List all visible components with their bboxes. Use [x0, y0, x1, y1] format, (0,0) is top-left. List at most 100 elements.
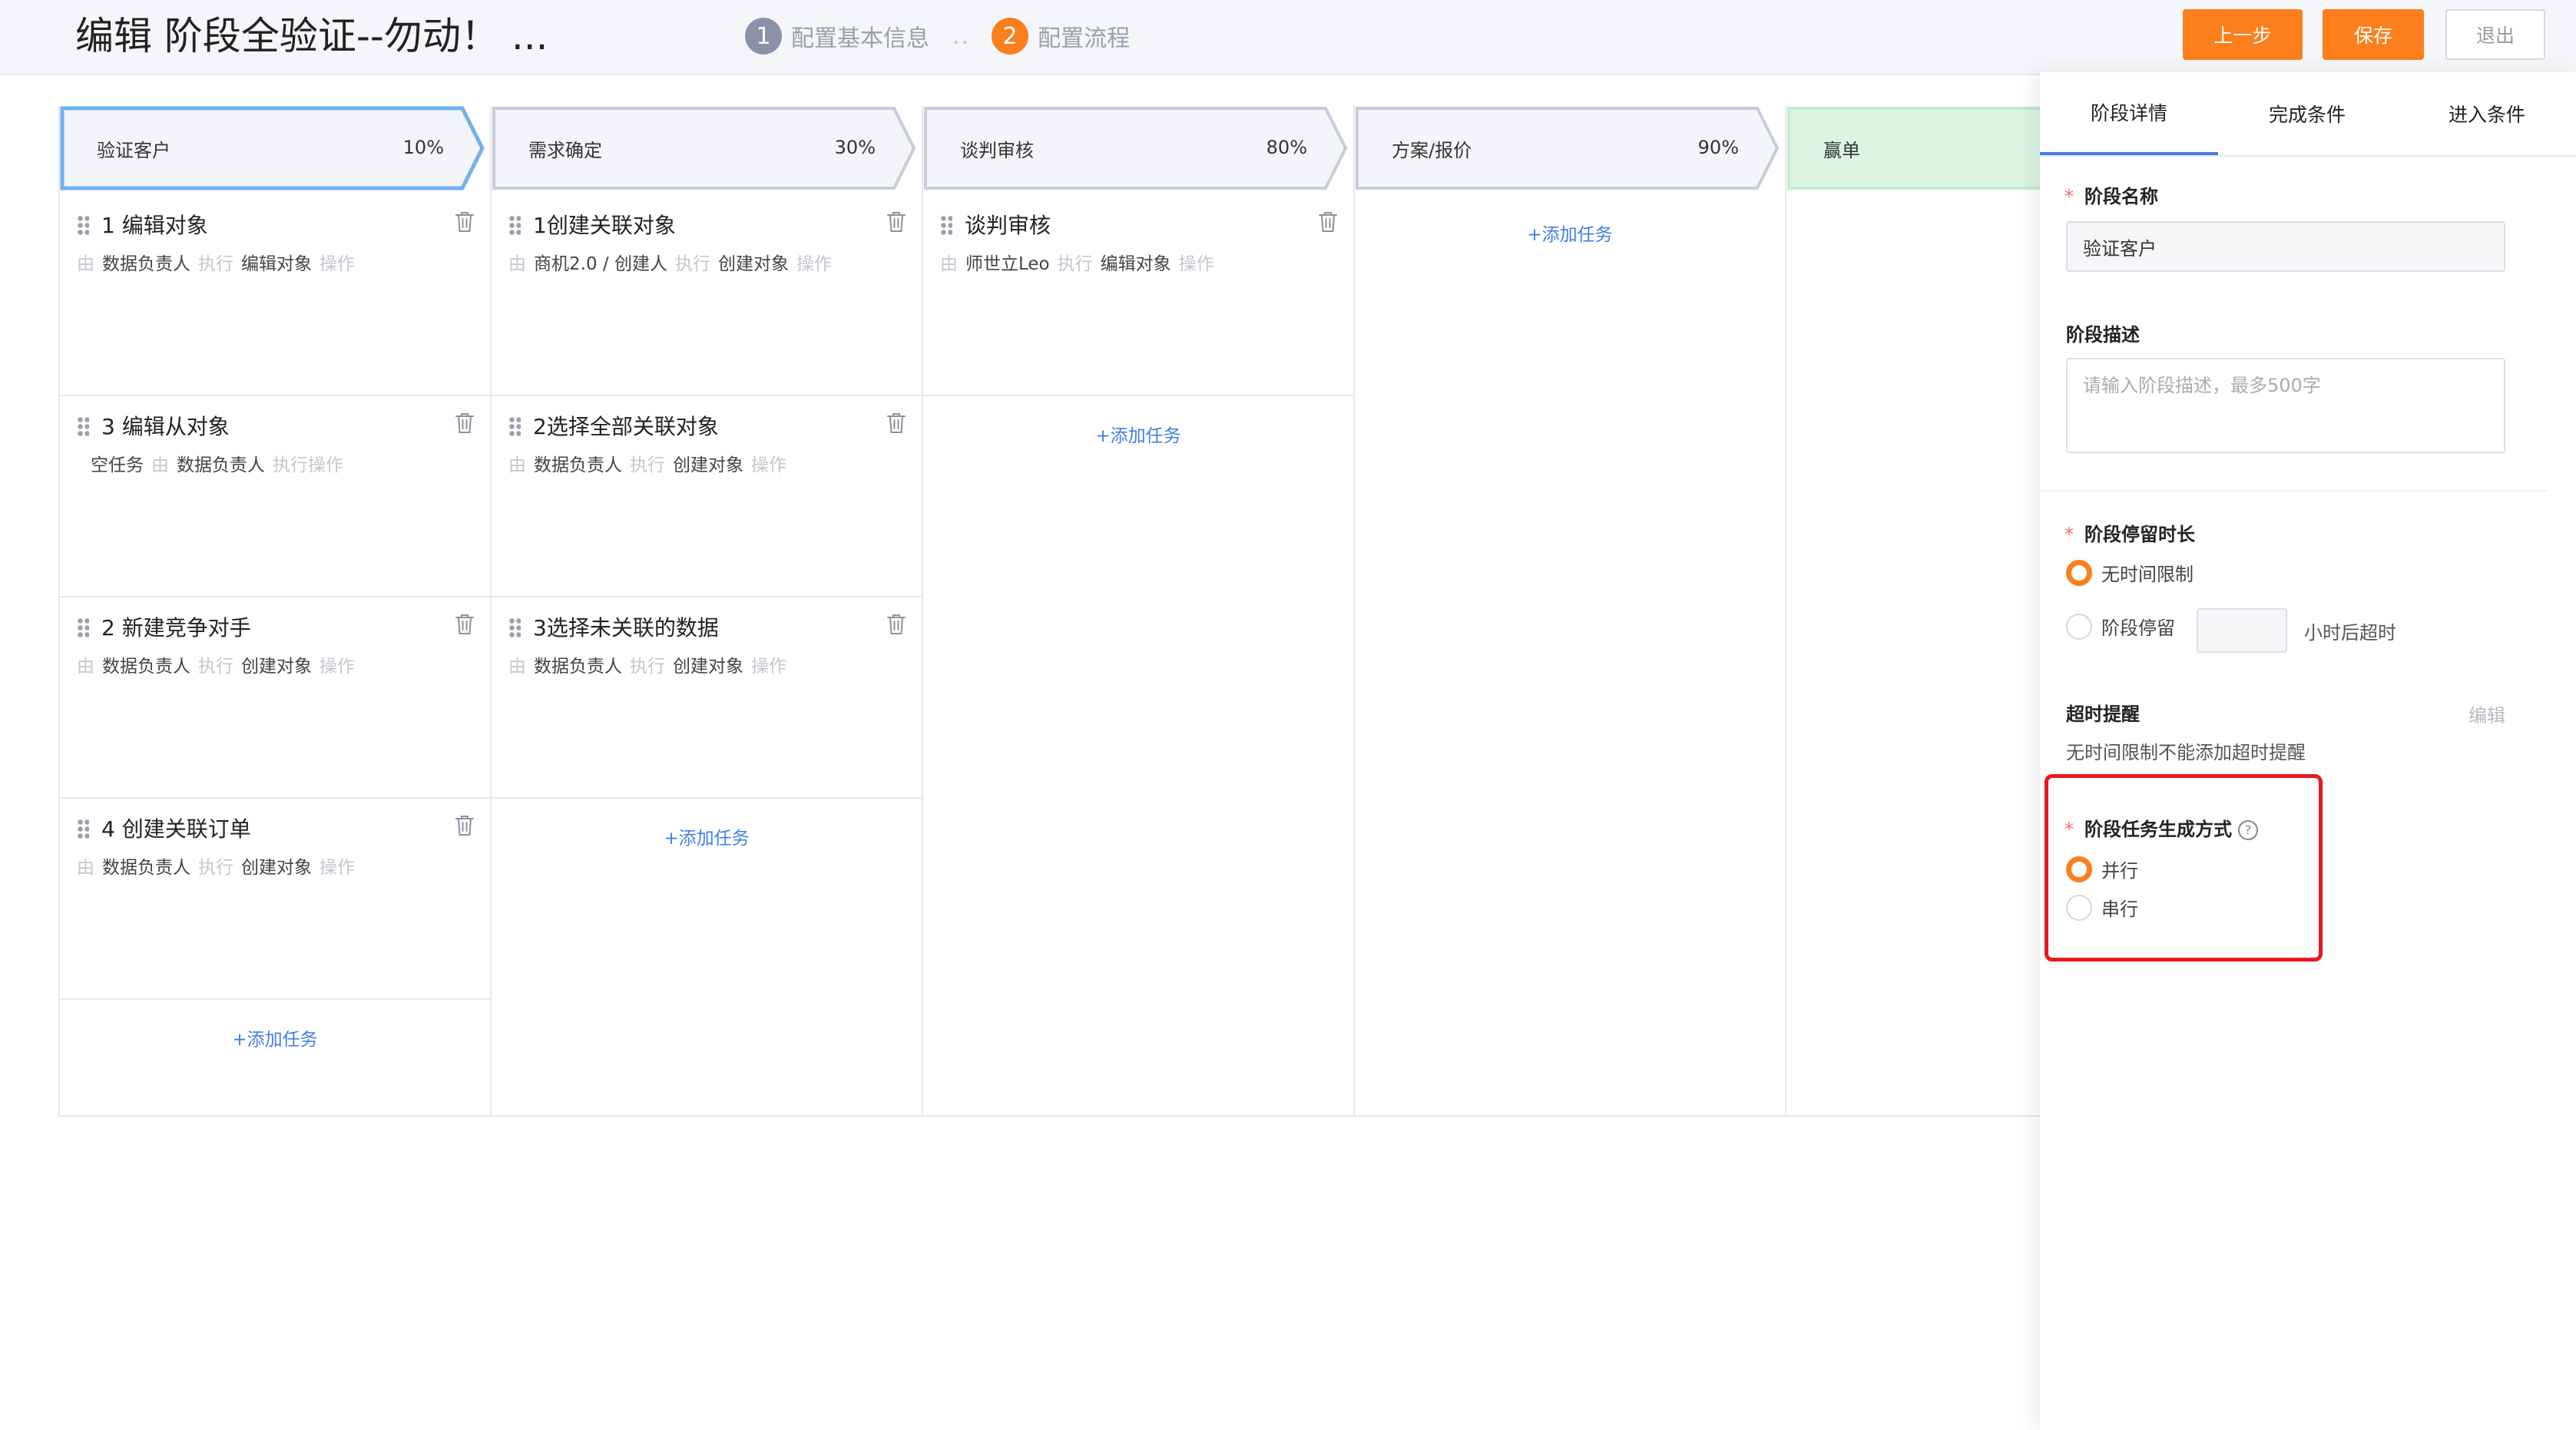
- stage-percent: 80%: [1266, 137, 1307, 158]
- trash-icon[interactable]: [886, 613, 906, 636]
- required-mark: *: [2064, 186, 2074, 207]
- drag-handle-icon[interactable]: [77, 617, 89, 637]
- stay-suffix-text: 小时后超时: [2304, 622, 2396, 644]
- radio-circle-checked[interactable]: [2066, 559, 2092, 586]
- task-title: 4 创建关联订单: [101, 816, 251, 842]
- add-task-link[interactable]: +添加任务: [1355, 220, 1785, 246]
- task-exec: 执行: [630, 657, 665, 677]
- drag-handle-icon[interactable]: [77, 819, 89, 839]
- step-number-2: 2: [992, 18, 1029, 55]
- task-title: 3 编辑从对象: [101, 414, 230, 439]
- stage-name: 谈判审核: [960, 140, 1034, 161]
- task-action: 编辑对象: [1100, 254, 1171, 274]
- step-label-2: 配置流程: [1038, 25, 1131, 52]
- task-owner: 数据负责人: [534, 657, 622, 677]
- task-action: 创建对象: [717, 254, 789, 274]
- task-owner: 商机2.0 / 创建人: [534, 254, 667, 274]
- trash-icon[interactable]: [455, 613, 475, 636]
- tab-complete-conditions[interactable]: 完成条件: [2218, 72, 2396, 155]
- task-owner: 数据负责人: [102, 254, 190, 274]
- tab-enter-conditions[interactable]: 进入条件: [2398, 72, 2576, 155]
- task-op: 操作: [1178, 254, 1214, 274]
- task-action: 创建对象: [241, 657, 312, 677]
- trash-icon[interactable]: [455, 210, 475, 233]
- panel-divider: [2040, 490, 2547, 492]
- radio-stage-stay[interactable]: 阶段停留: [2066, 613, 2175, 640]
- drag-handle-icon[interactable]: [940, 215, 952, 235]
- task-card[interactable]: 3 编辑从对象空任务由数据负责人 执行操作: [60, 396, 490, 597]
- task-card[interactable]: 2选择全部关联对象由数据负责人 执行 创建对象 操作: [492, 396, 922, 597]
- task-op: 操作: [320, 254, 355, 274]
- drag-handle-icon[interactable]: [77, 215, 89, 235]
- drag-handle-icon[interactable]: [508, 617, 521, 637]
- stage-desc-textarea[interactable]: [2066, 358, 2505, 453]
- trash-icon[interactable]: [455, 412, 475, 435]
- page-title: 编辑 阶段全验证--勿动！ ...: [75, 14, 548, 58]
- stage-header[interactable]: 需求确定 30%: [492, 106, 923, 190]
- prev-step-button[interactable]: 上一步: [2183, 9, 2303, 60]
- drag-handle-icon[interactable]: [77, 416, 89, 436]
- trash-icon[interactable]: [1318, 210, 1338, 233]
- stage-header[interactable]: 谈判审核 80%: [923, 106, 1355, 190]
- task-meta: 空任务由数据负责人 执行操作: [77, 450, 359, 476]
- task-by: 由: [508, 455, 526, 475]
- trash-icon[interactable]: [886, 210, 906, 233]
- step-basic-info[interactable]: 1 配置基本信息: [745, 18, 929, 55]
- drag-handle-icon[interactable]: [508, 416, 521, 436]
- stage-column: 谈判审核 80% 谈判审核由师世立Leo 执行 编辑对象 操作 +添加任务: [922, 106, 1353, 1117]
- task-owner: 师世立Leo: [965, 254, 1050, 274]
- step-separator: ..: [952, 22, 971, 50]
- task-op: 操作: [796, 254, 832, 274]
- task-meta: 由数据负责人 执行 编辑对象 操作: [77, 249, 363, 275]
- add-task-link[interactable]: +添加任务: [923, 421, 1353, 447]
- task-by: 由: [77, 657, 94, 677]
- task-meta: 由数据负责人 执行 创建对象 操作: [77, 651, 363, 677]
- exit-button[interactable]: 退出: [2445, 9, 2545, 60]
- task-title: 1 编辑对象: [101, 213, 208, 238]
- stage-header[interactable]: 方案/报价 90%: [1355, 106, 1786, 190]
- task-action: 创建对象: [241, 858, 312, 878]
- task-by: 由: [940, 254, 958, 274]
- task-op: 操作: [320, 657, 355, 677]
- step-number-1: 1: [745, 18, 782, 55]
- required-mark: *: [2064, 524, 2074, 545]
- stage-board: 赢单 方案/报价 90% +添加任务 谈判审核 80% 谈判审核由师世立Leo 执行 编辑对象操…: [58, 106, 2218, 1117]
- tab-stage-details[interactable]: 阶段详情: [2040, 72, 2218, 155]
- timeout-edit-link[interactable]: 编辑: [2468, 700, 2505, 727]
- task-exec: 执行: [198, 657, 233, 677]
- stay-hours-input[interactable]: [2197, 608, 2287, 653]
- task-card[interactable]: 3选择未关联的数据由数据负责人 执行 创建对象 操作: [492, 597, 922, 799]
- stage-name-input[interactable]: [2066, 221, 2505, 272]
- trash-icon[interactable]: [455, 814, 475, 837]
- radio-no-time-limit[interactable]: 无时间限制: [2066, 559, 2194, 586]
- task-card[interactable]: 1创建关联对象由商机2.0 / 创建人 执行 创建对象 操作: [492, 195, 922, 396]
- stage-desc-label: 阶段描述: [2066, 324, 2140, 346]
- highlight-box: [2045, 774, 2323, 962]
- trash-icon[interactable]: [886, 412, 906, 435]
- task-action: 执行操作: [273, 455, 343, 475]
- timeout-note: 无时间限制不能添加超时提醒: [2066, 742, 2306, 763]
- radio-label: 阶段停留: [2101, 617, 2175, 639]
- task-title: 2 新建竞争对手: [101, 615, 251, 641]
- task-card[interactable]: 2 新建竞争对手由数据负责人 执行 创建对象 操作: [60, 597, 490, 799]
- task-op: 操作: [751, 455, 786, 475]
- task-op: 操作: [751, 657, 786, 677]
- stepper: 1 配置基本信息 .. 2 配置流程: [745, 17, 1130, 55]
- task-meta: 由师世立Leo 执行 编辑对象 操作: [940, 249, 1222, 275]
- task-meta: 由数据负责人 执行 创建对象 操作: [508, 651, 794, 677]
- task-card[interactable]: 4 创建关联订单由数据负责人 执行 创建对象 操作: [60, 799, 490, 1000]
- task-exec: 执行: [198, 858, 233, 878]
- stage-name: 赢单: [1823, 140, 1860, 161]
- add-task-link[interactable]: +添加任务: [60, 1025, 490, 1051]
- save-button[interactable]: 保存: [2323, 9, 2424, 60]
- drag-handle-icon[interactable]: [508, 215, 521, 235]
- task-owner: 数据负责人: [102, 657, 190, 677]
- task-card[interactable]: 1 编辑对象由数据负责人 执行 编辑对象 操作: [60, 195, 490, 396]
- task-card[interactable]: 谈判审核由师世立Leo 执行 编辑对象 操作: [923, 195, 1353, 396]
- stage-header[interactable]: 验证客户 10%: [60, 106, 492, 190]
- step-config-flow[interactable]: 2 配置流程: [992, 18, 1130, 55]
- stage-name-label-text: 阶段名称: [2084, 186, 2158, 207]
- task-by: 由: [508, 657, 526, 677]
- radio-circle[interactable]: [2066, 613, 2092, 640]
- add-task-link[interactable]: +添加任务: [492, 823, 922, 849]
